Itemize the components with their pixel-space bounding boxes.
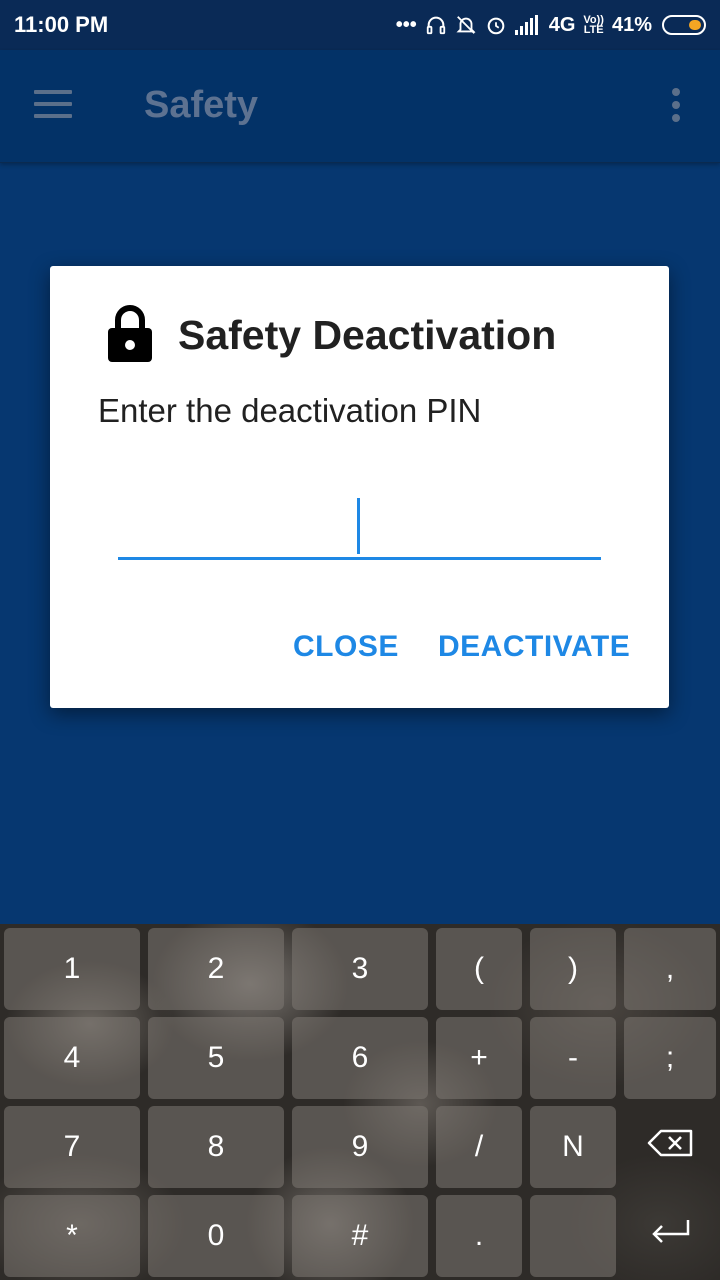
key-7[interactable]: 7 [4,1106,140,1188]
dialog-title: Safety Deactivation [178,312,557,358]
key-plus[interactable]: + [436,1017,522,1099]
key-close-paren[interactable]: ) [530,928,616,1010]
headset-icon [425,14,447,36]
battery-icon [662,15,706,35]
lock-icon [106,304,154,364]
numeric-keyboard: 1 2 3 ( ) , 4 5 6 + - ; 7 8 9 / N * 0 # … [0,924,720,1280]
more-notifications-icon: ••• [395,13,417,36]
safety-deactivation-dialog: Safety Deactivation Enter the deactivati… [50,266,669,708]
backspace-key[interactable] [624,1106,716,1188]
key-open-paren[interactable]: ( [436,928,522,1010]
key-hash[interactable]: # [292,1195,428,1277]
network-type: 4G [548,13,576,36]
key-2[interactable]: 2 [148,928,284,1010]
more-vert-icon[interactable] [668,88,684,128]
key-3[interactable]: 3 [292,928,428,1010]
enter-key[interactable] [624,1195,716,1277]
key-semicolon[interactable]: ; [624,1017,716,1099]
key-6[interactable]: 6 [292,1017,428,1099]
dialog-message: Enter the deactivation PIN [98,392,482,429]
key-slash[interactable]: / [436,1106,522,1188]
volte-icon: Vo)) LTE [583,14,604,36]
hamburger-menu-icon[interactable] [34,90,76,122]
key-1[interactable]: 1 [4,928,140,1010]
close-button[interactable]: CLOSE [293,630,399,664]
key-5[interactable]: 5 [148,1017,284,1099]
status-icons: ••• 4G Vo)) LTE 41% [396,14,706,37]
backspace-icon [647,1129,693,1165]
signal-icon [514,15,541,35]
key-4[interactable]: 4 [4,1017,140,1099]
alarm-icon [485,14,507,36]
key-comma[interactable]: , [624,928,716,1010]
key-n[interactable]: N [530,1106,616,1188]
deactivate-button[interactable]: DEACTIVATE [438,630,630,664]
key-period[interactable]: . [436,1195,522,1277]
key-asterisk[interactable]: * [4,1195,140,1277]
status-bar: 11:00 PM ••• 4G Vo)) LTE 41% [0,0,720,50]
key-blank[interactable] [530,1195,616,1277]
key-8[interactable]: 8 [148,1106,284,1188]
notifications-off-icon [455,14,477,36]
key-0[interactable]: 0 [148,1195,284,1277]
key-9[interactable]: 9 [292,1106,428,1188]
enter-icon [648,1218,692,1254]
battery-percent: 41% [611,13,652,36]
app-bar: Safety [0,50,720,163]
app-title: Safety [144,84,259,126]
text-cursor [357,498,360,554]
key-minus[interactable]: - [530,1017,616,1099]
status-time: 11:00 PM [14,12,109,37]
